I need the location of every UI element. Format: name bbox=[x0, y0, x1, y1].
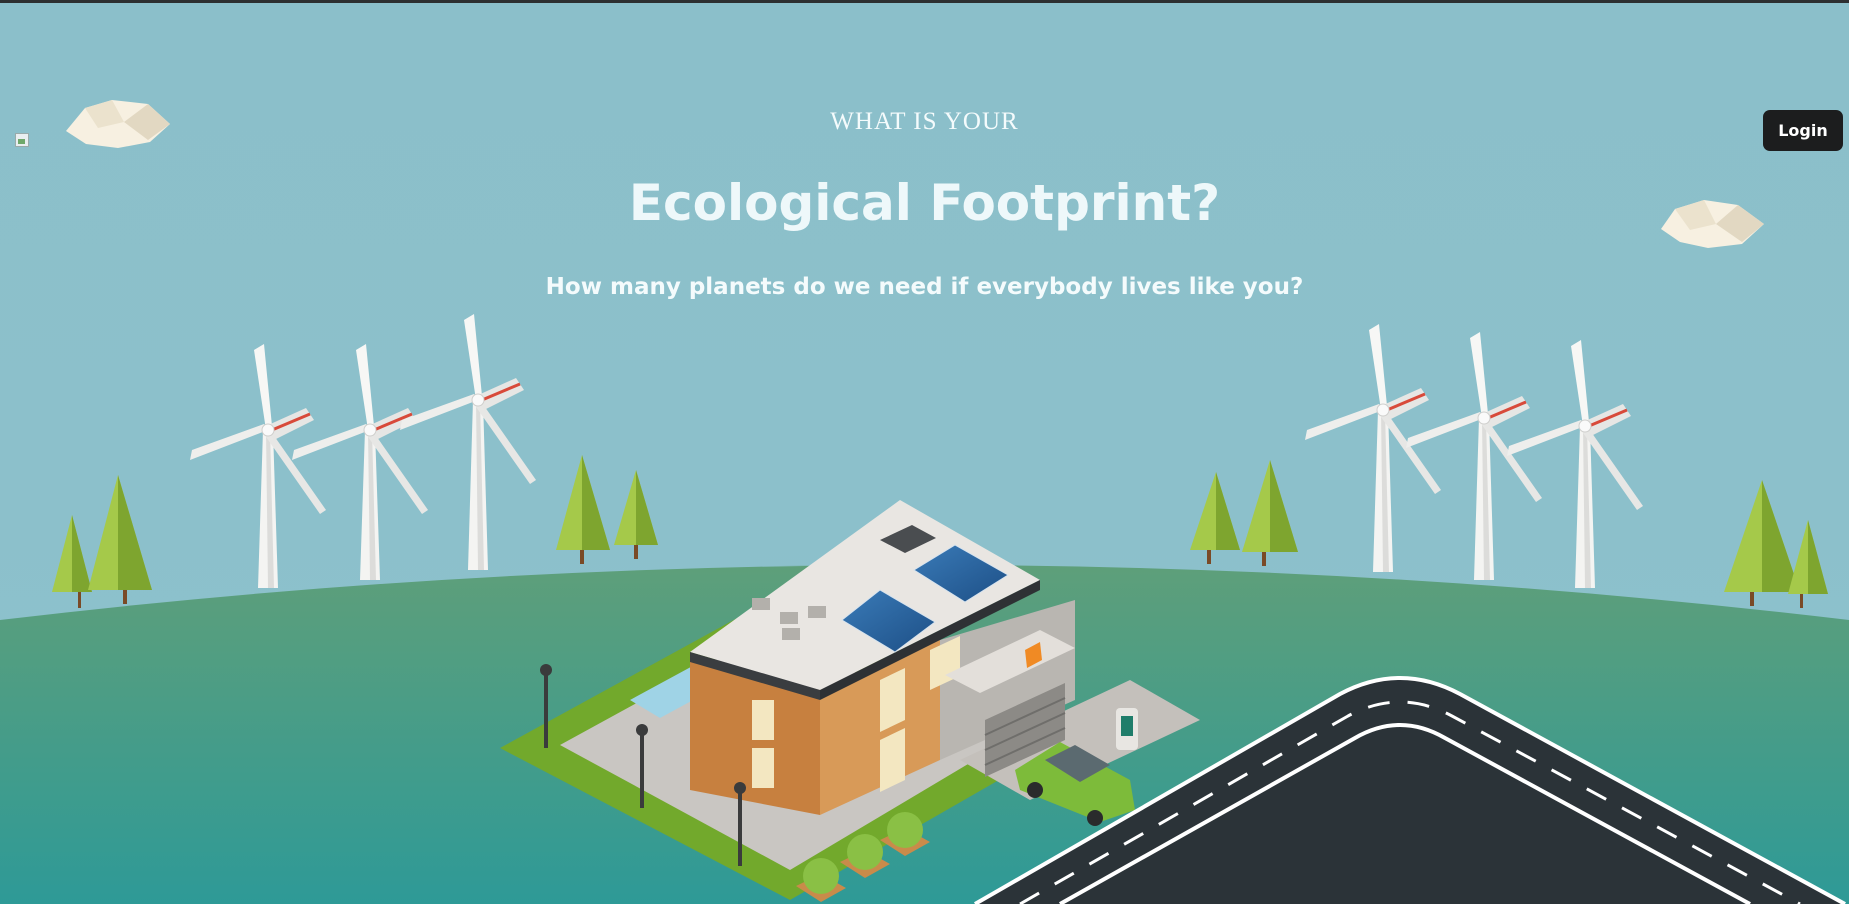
hero-pre-title: WHAT IS YOUR bbox=[830, 108, 1019, 135]
landing-page: WHAT IS YOUR Ecological Footprint? How m… bbox=[0, 0, 1849, 904]
charging-station bbox=[1116, 708, 1138, 750]
hero-title: Ecological Footprint? bbox=[628, 174, 1221, 232]
wind-turbine bbox=[190, 344, 326, 588]
wind-turbine bbox=[292, 344, 428, 580]
login-button[interactable]: Login bbox=[1763, 110, 1843, 151]
wind-turbine bbox=[1305, 324, 1441, 572]
hero-subtitle: How many planets do we need if everybody… bbox=[545, 274, 1304, 300]
wind-turbine bbox=[400, 314, 536, 570]
wind-turbine bbox=[1507, 340, 1643, 588]
wind-turbine bbox=[1406, 332, 1542, 580]
